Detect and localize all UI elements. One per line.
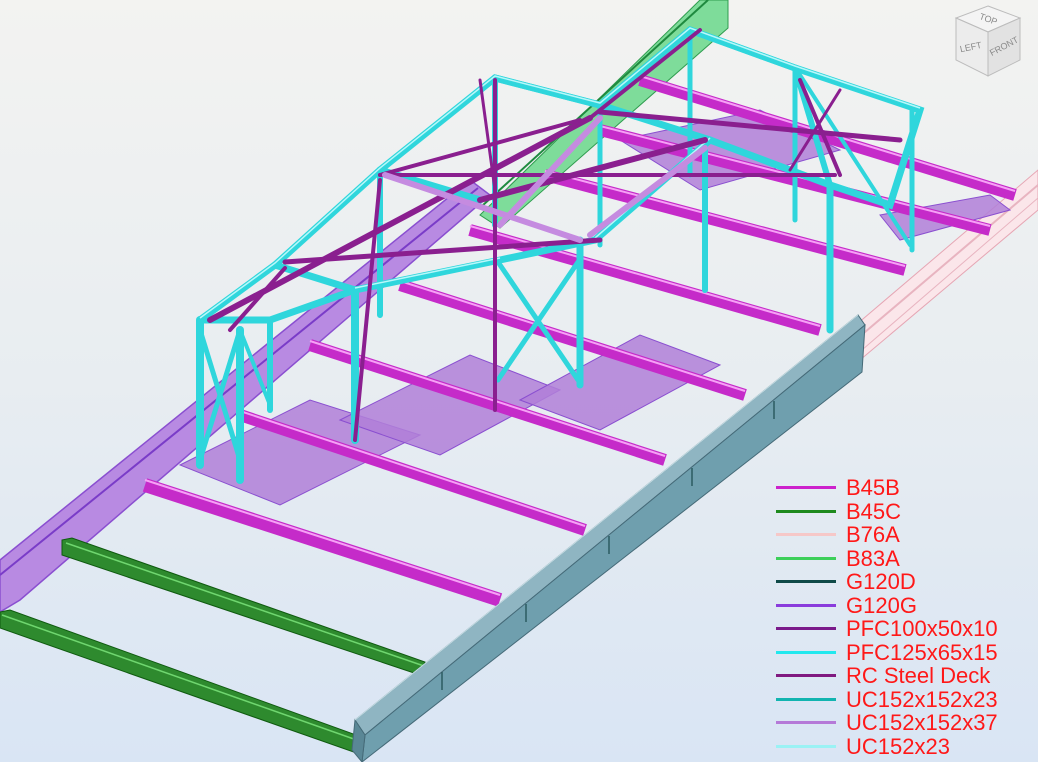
legend-swatch <box>776 674 836 678</box>
legend-swatch <box>776 603 836 607</box>
legend-label: B83A <box>846 545 900 571</box>
legend-label: B45B <box>846 475 900 501</box>
legend-item: G120D <box>776 570 1036 594</box>
legend-label: PFC125x65x15 <box>846 639 998 665</box>
legend-swatch <box>776 533 836 537</box>
legend-item: UC152x23 <box>776 735 1036 759</box>
legend-label: UC152x152x37 <box>846 710 998 736</box>
legend-swatch <box>776 509 836 513</box>
legend-label: G120D <box>846 569 916 595</box>
legend-item: PFC100x50x10 <box>776 617 1036 641</box>
legend-label: G120G <box>846 592 917 618</box>
legend-swatch <box>776 697 836 701</box>
legend-label: UC152x152x23 <box>846 686 998 712</box>
legend-swatch <box>776 556 836 560</box>
legend-label: PFC100x50x10 <box>846 616 998 642</box>
legend-label: B45C <box>846 498 902 524</box>
legend-label: UC152x23 <box>846 733 950 759</box>
legend-item: UC152x152x37 <box>776 711 1036 735</box>
legend-item: B76A <box>776 523 1036 547</box>
legend-swatch <box>776 627 836 631</box>
legend-swatch <box>776 580 836 584</box>
legend-item: G120G <box>776 594 1036 618</box>
legend-item: PFC125x65x15 <box>776 641 1036 665</box>
legend-swatch <box>776 486 836 490</box>
legend-item: B83A <box>776 547 1036 571</box>
section-legend: B45B B45C B76A B83A G120D G120G PFC100x5… <box>776 476 1036 758</box>
legend-swatch <box>776 650 836 654</box>
view-cube[interactable]: TOP LEFT FRONT <box>950 4 1026 80</box>
legend-swatch <box>776 744 836 748</box>
legend-label: RC Steel Deck <box>846 663 991 689</box>
legend-swatch <box>776 721 836 725</box>
legend-label: B76A <box>846 522 900 548</box>
legend-item: UC152x152x23 <box>776 688 1036 712</box>
legend-item: B45B <box>776 476 1036 500</box>
legend-item: RC Steel Deck <box>776 664 1036 688</box>
legend-item: B45C <box>776 500 1036 524</box>
